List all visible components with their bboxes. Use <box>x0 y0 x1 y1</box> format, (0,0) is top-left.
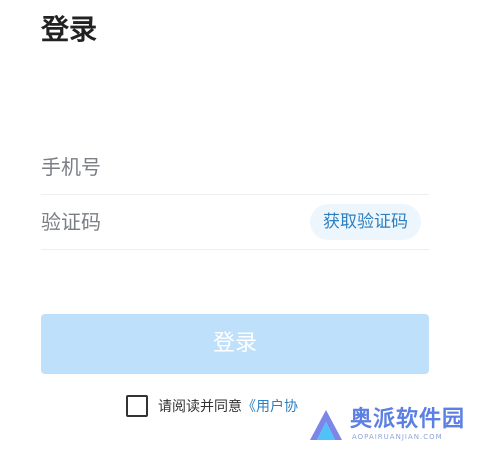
agreement-text: 请阅读并同意《用户协 <box>158 397 298 417</box>
watermark-domain: AOPAIRUANJIAN.COM <box>352 433 443 441</box>
user-agreement-link[interactable]: 《用户协 <box>242 399 298 415</box>
login-button[interactable]: 登录 <box>41 314 429 374</box>
get-code-button[interactable]: 获取验证码 <box>310 204 421 240</box>
verification-code-field: 获取验证码 <box>41 195 429 250</box>
page-title: 登录 <box>41 13 98 46</box>
verification-code-input[interactable] <box>41 195 301 249</box>
watermark: 奥派软件园 AOPAIRUANJIAN.COM <box>300 402 490 448</box>
watermark-name: 奥派软件园 <box>350 407 466 432</box>
phone-input[interactable] <box>41 140 301 194</box>
agreement-prefix: 请阅读并同意 <box>158 399 242 415</box>
phone-field <box>41 140 429 195</box>
agreement-checkbox[interactable] <box>126 395 148 417</box>
aopai-logo-icon <box>310 410 342 440</box>
